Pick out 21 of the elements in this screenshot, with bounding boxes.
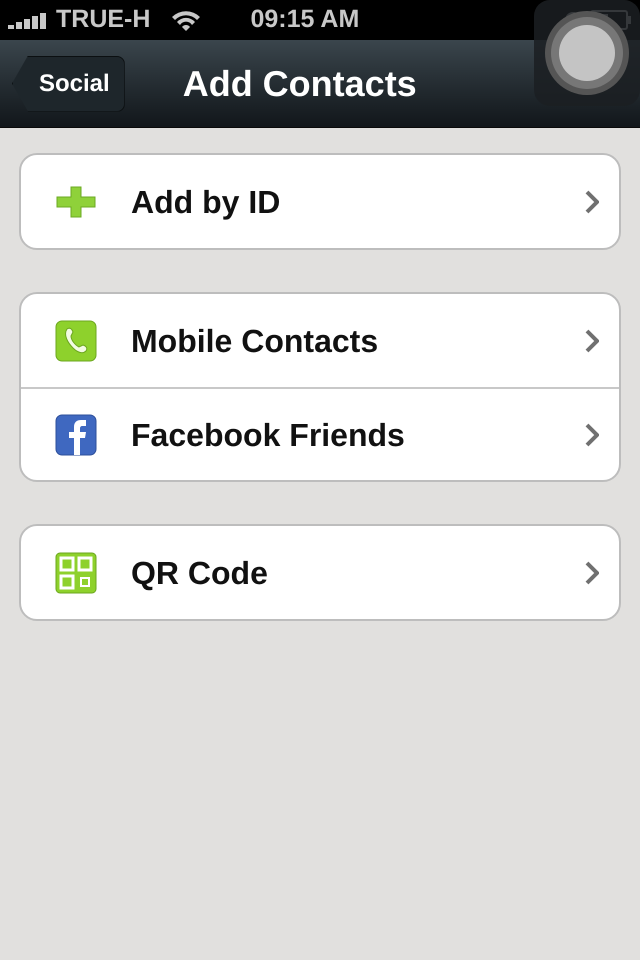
screen-title: Add Contacts	[182, 62, 417, 106]
item-label: QR Code	[131, 554, 269, 592]
item-label: Mobile Contacts	[131, 322, 380, 360]
list-item[interactable]: QR Code	[21, 526, 619, 619]
back-button[interactable]: Social	[12, 56, 125, 112]
carrier-name: TRUE-H	[56, 4, 150, 36]
plus-icon	[54, 184, 98, 218]
clock-time: 09:15 AM	[250, 4, 360, 36]
item-label: Facebook Friends	[131, 416, 406, 454]
chevron-right-icon	[585, 422, 599, 446]
list-item[interactable]: Add by ID	[21, 155, 619, 248]
signal-icon	[8, 11, 48, 29]
qr-code-icon	[55, 552, 97, 594]
chevron-right-icon	[585, 328, 599, 352]
list-item[interactable]: Facebook Friends	[21, 387, 619, 480]
chevron-right-icon	[585, 560, 599, 584]
chevron-right-icon	[585, 190, 599, 214]
phone-icon	[55, 320, 97, 362]
list-item[interactable]: Mobile Contacts	[21, 294, 619, 387]
facebook-logo-icon	[55, 414, 97, 456]
item-label: Add by ID	[131, 182, 282, 222]
